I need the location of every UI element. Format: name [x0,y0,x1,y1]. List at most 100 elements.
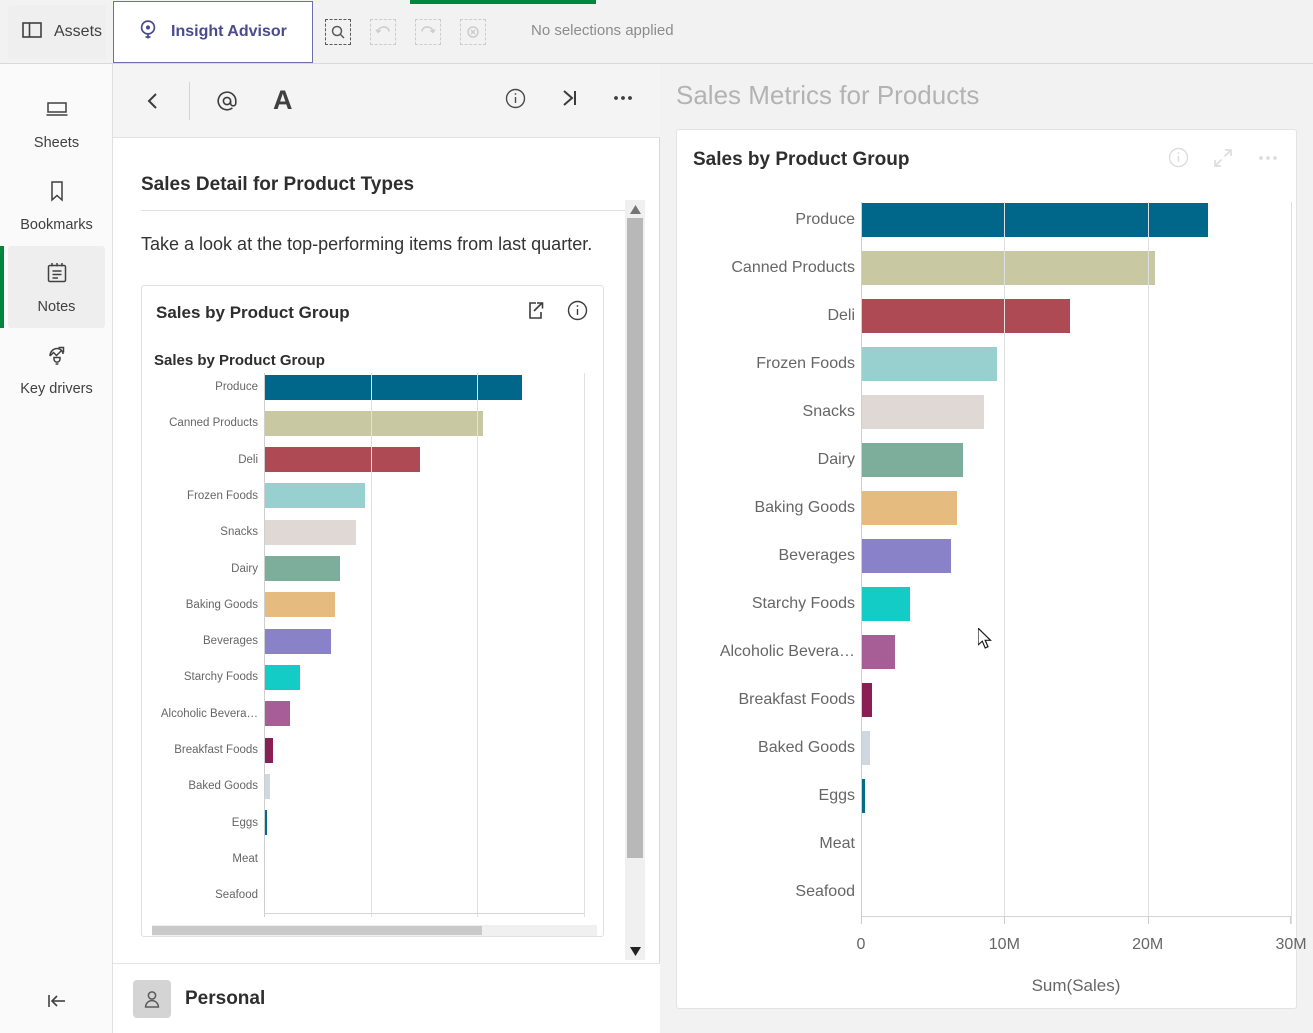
scroll-down-icon[interactable] [625,942,645,960]
info-icon[interactable] [504,87,527,115]
assets-button[interactable]: Assets [8,5,106,59]
sidebar-item-bookmarks[interactable]: Bookmarks [8,164,105,246]
chart-bar-row[interactable]: Baked Goods [152,768,597,804]
more-options-icon[interactable] [611,86,635,115]
chart-bar[interactable] [264,519,356,545]
sidebar-item-sheets[interactable]: Sheets [8,82,105,164]
chart-bar[interactable] [264,664,301,690]
chart-bar[interactable] [264,773,271,799]
chart-bar[interactable] [264,737,273,763]
at-mention-icon[interactable] [215,89,239,113]
chart-bar-row[interactable]: Produce [691,196,1274,244]
chart-bar[interactable] [264,483,366,509]
note-vertical-scrollbar[interactable] [625,200,645,960]
scroll-up-icon[interactable] [625,200,645,218]
main-bar-chart[interactable]: Produce Canned Products Deli Frozen Foods Sn… [677,190,1307,996]
chart-bar[interactable] [264,410,483,436]
chart-category-label: Canned Products [169,417,258,430]
chart-bar-row[interactable]: Breakfast Foods [152,732,597,768]
chart-category-label: Baked Goods [188,780,258,793]
chart-bar[interactable] [264,810,268,836]
chart-bar-row[interactable]: Deli [152,441,597,477]
sidebar-item-key-drivers[interactable]: Key drivers [8,328,105,410]
collapse-left-icon[interactable] [0,987,113,1015]
hscrollbar-thumb[interactable] [152,926,482,936]
chart-bar-row[interactable]: Deli [691,292,1274,340]
info-icon[interactable] [566,299,589,327]
chart-bar-row[interactable]: Starchy Foods [691,580,1274,628]
text-format-button[interactable]: A [273,87,293,114]
sidebar-item-label: Sheets [33,134,80,151]
bookmark-icon [44,178,70,209]
chart-bar-row[interactable]: Eggs [691,772,1274,820]
chart-bar[interactable] [861,299,1071,333]
chart-bar-row[interactable]: Starchy Foods [152,659,597,695]
chart-bar[interactable] [861,875,863,909]
chart-bar[interactable] [264,556,340,582]
chart-bar-row[interactable]: Produce [152,369,597,405]
chevron-left-icon[interactable] [142,90,164,112]
right-content-pane: Sales Metrics for Products Sales by Prod… [660,64,1313,1033]
chart-bar-row[interactable]: Canned Products [152,405,597,441]
chart-bar-row[interactable]: Alcoholic Bevera… [691,628,1274,676]
chart-category-label: Eggs [818,787,855,804]
info-icon[interactable] [1167,146,1190,174]
chart-bar-row[interactable]: Baking Goods [152,587,597,623]
chart-bar[interactable] [264,846,266,872]
chart-bar-row[interactable]: Seafood [691,868,1274,916]
chart-x-tick-label: 20M [1132,936,1164,953]
expand-icon[interactable] [1212,147,1234,174]
chart-bar-row[interactable]: Frozen Foods [691,340,1274,388]
chart-bar-row[interactable]: Meat [691,820,1274,868]
chart-bar-row[interactable]: Baking Goods [691,484,1274,532]
chart-bar[interactable] [861,443,963,477]
chart-bar-row[interactable]: Meat [152,841,597,877]
chart-bar[interactable] [264,882,266,908]
chart-bar[interactable] [264,701,290,727]
tab-insight-advisor[interactable]: Insight Advisor [113,1,313,63]
top-toolbar: Assets Insight Advisor No selections app… [0,0,1313,64]
chart-bar-row[interactable]: Snacks [691,388,1274,436]
chart-bar[interactable] [861,683,873,717]
more-options-icon[interactable] [1256,146,1280,175]
chart-bar-row[interactable]: Dairy [691,436,1274,484]
chart-bar-row[interactable]: Frozen Foods [152,478,597,514]
chart-bar[interactable] [861,491,958,525]
chart-bar-row[interactable]: Alcoholic Bevera… [152,696,597,732]
chart-bar[interactable] [861,347,998,381]
chart-bar-row[interactable]: Seafood [152,877,597,913]
share-icon[interactable] [523,299,546,327]
undo-icon[interactable] [370,19,396,45]
chart-bar-row[interactable]: Canned Products [691,244,1274,292]
chart-bar[interactable] [264,374,523,400]
redo-icon[interactable] [415,19,441,45]
chart-bar-row[interactable]: Beverages [152,623,597,659]
smart-search-icon[interactable] [325,19,351,45]
chart-bar-row[interactable]: Eggs [152,804,597,840]
chart-category-label: Deli [827,307,855,324]
chart-bar[interactable] [264,592,336,618]
chart-bar-row[interactable]: Baked Goods [691,724,1274,772]
chart-bar[interactable] [861,203,1208,237]
scrollbar-thumb[interactable] [627,218,643,858]
chart-bar[interactable] [264,447,420,473]
collapse-right-icon[interactable] [557,86,581,115]
chart-bar[interactable] [861,731,870,765]
chart-bar[interactable] [861,779,866,813]
left-navigation-rail: Sheets Bookmarks Notes Key drivers [0,64,113,1033]
chart-bar-row[interactable]: Beverages [691,532,1274,580]
chart-bar-row[interactable]: Snacks [152,514,597,550]
clear-selections-icon[interactable] [460,19,486,45]
chart-bar[interactable] [861,539,952,573]
embedded-chart-hscrollbar[interactable] [152,925,597,937]
chart-bar[interactable] [861,251,1155,285]
chart-bar[interactable] [861,587,910,621]
chart-bar[interactable] [861,395,985,429]
chart-bar[interactable] [861,635,896,669]
sidebar-item-notes[interactable]: Notes [0,246,105,328]
chart-bar[interactable] [264,628,332,654]
chart-bar-row[interactable]: Breakfast Foods [691,676,1274,724]
chart-bar-row[interactable]: Dairy [152,550,597,586]
chart-bar[interactable] [861,827,863,861]
embedded-bar-chart[interactable]: Produce Canned Products Deli Frozen Foods Sn… [152,369,597,921]
